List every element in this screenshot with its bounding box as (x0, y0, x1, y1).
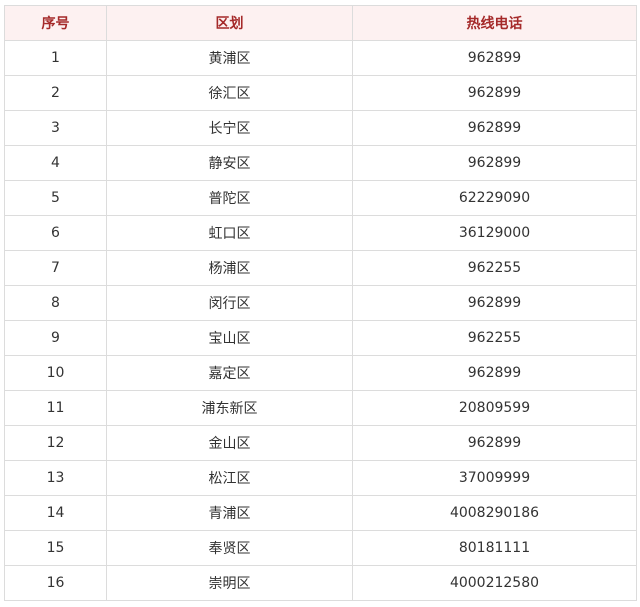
cell-district: 徐汇区 (106, 75, 353, 111)
cell-hotline: 37009999 (352, 460, 637, 496)
cell-district: 杨浦区 (106, 250, 353, 286)
table-row: 3 长宁区 962899 (4, 110, 637, 146)
cell-hotline: 962899 (352, 75, 637, 111)
cell-hotline: 62229090 (352, 180, 637, 216)
table-row: 6 虹口区 36129000 (4, 215, 637, 251)
cell-index: 2 (4, 75, 107, 111)
table-row: 4 静安区 962899 (4, 145, 637, 181)
cell-index: 15 (4, 530, 107, 566)
cell-district: 闵行区 (106, 285, 353, 321)
cell-index: 4 (4, 145, 107, 181)
cell-hotline: 20809599 (352, 390, 637, 426)
cell-hotline: 962899 (352, 145, 637, 181)
cell-district: 宝山区 (106, 320, 353, 356)
table-row: 15 奉贤区 80181111 (4, 530, 637, 566)
cell-hotline: 962899 (352, 110, 637, 146)
header-cell-hotline: 热线电话 (352, 5, 637, 41)
cell-district: 青浦区 (106, 495, 353, 531)
header-cell-district: 区划 (106, 5, 353, 41)
cell-index: 10 (4, 355, 107, 391)
cell-hotline: 80181111 (352, 530, 637, 566)
table-row: 11 浦东新区 20809599 (4, 390, 637, 426)
hotline-table: 序号 区划 热线电话 1 黄浦区 962899 2 徐汇区 962899 3 长… (4, 5, 637, 601)
table-row: 9 宝山区 962255 (4, 320, 637, 356)
hotline-table-container: 序号 区划 热线电话 1 黄浦区 962899 2 徐汇区 962899 3 长… (4, 5, 637, 601)
cell-district: 崇明区 (106, 565, 353, 601)
cell-district: 金山区 (106, 425, 353, 461)
cell-district: 浦东新区 (106, 390, 353, 426)
cell-hotline: 962899 (352, 285, 637, 321)
table-row: 8 闵行区 962899 (4, 285, 637, 321)
cell-hotline: 4008290186 (352, 495, 637, 531)
table-header: 序号 区划 热线电话 (4, 5, 637, 41)
cell-hotline: 962255 (352, 250, 637, 286)
table-row: 5 普陀区 62229090 (4, 180, 637, 216)
cell-index: 3 (4, 110, 107, 146)
cell-district: 嘉定区 (106, 355, 353, 391)
cell-district: 虹口区 (106, 215, 353, 251)
cell-district: 长宁区 (106, 110, 353, 146)
cell-index: 8 (4, 285, 107, 321)
table-row: 1 黄浦区 962899 (4, 40, 637, 76)
cell-index: 6 (4, 215, 107, 251)
cell-index: 7 (4, 250, 107, 286)
cell-hotline: 962899 (352, 425, 637, 461)
table-row: 16 崇明区 4000212580 (4, 565, 637, 601)
cell-index: 14 (4, 495, 107, 531)
cell-index: 13 (4, 460, 107, 496)
cell-hotline: 962899 (352, 40, 637, 76)
table-body: 1 黄浦区 962899 2 徐汇区 962899 3 长宁区 962899 4… (4, 40, 637, 601)
cell-district: 普陀区 (106, 180, 353, 216)
cell-index: 1 (4, 40, 107, 76)
cell-hotline: 962899 (352, 355, 637, 391)
cell-hotline: 36129000 (352, 215, 637, 251)
table-row: 10 嘉定区 962899 (4, 355, 637, 391)
cell-index: 11 (4, 390, 107, 426)
cell-index: 12 (4, 425, 107, 461)
table-row: 14 青浦区 4008290186 (4, 495, 637, 531)
table-row: 2 徐汇区 962899 (4, 75, 637, 111)
cell-district: 奉贤区 (106, 530, 353, 566)
cell-hotline: 962255 (352, 320, 637, 356)
cell-district: 静安区 (106, 145, 353, 181)
cell-district: 松江区 (106, 460, 353, 496)
cell-index: 5 (4, 180, 107, 216)
table-row: 7 杨浦区 962255 (4, 250, 637, 286)
cell-hotline: 4000212580 (352, 565, 637, 601)
cell-index: 9 (4, 320, 107, 356)
header-cell-index: 序号 (4, 5, 107, 41)
cell-index: 16 (4, 565, 107, 601)
table-row: 13 松江区 37009999 (4, 460, 637, 496)
cell-district: 黄浦区 (106, 40, 353, 76)
table-row: 12 金山区 962899 (4, 425, 637, 461)
header-row: 序号 区划 热线电话 (4, 5, 637, 41)
